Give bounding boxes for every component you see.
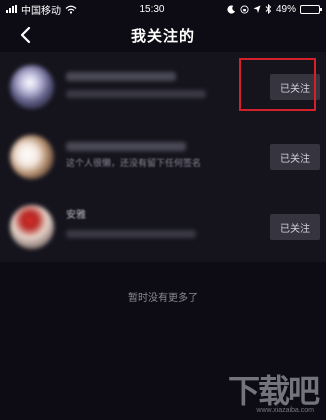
carrier-name: 中国移动: [21, 5, 61, 17]
battery-percent: 49%: [275, 3, 296, 15]
list-item[interactable]: 安雅 已关注: [0, 192, 326, 262]
status-bar-left: 中国移动: [6, 2, 77, 17]
user-signature: 这个人很懒，还没有留下任何签名: [66, 158, 202, 168]
battery-icon: [299, 4, 322, 14]
username: 安雅: [66, 210, 86, 221]
signature-redacted: [66, 90, 206, 98]
highlight-annotation: [239, 58, 316, 111]
chevron-left-icon: [20, 26, 31, 44]
following-button[interactable]: 已关注: [270, 214, 320, 240]
avatar[interactable]: [10, 205, 54, 249]
username-redacted: [66, 72, 176, 81]
watermark-main: 下载吧: [227, 373, 320, 409]
nav-bar: 我关注的: [0, 18, 326, 52]
orientation-lock-icon: [240, 4, 249, 14]
username-redacted: [66, 142, 186, 151]
moon-icon: [227, 4, 236, 14]
page-title: 我关注的: [130, 27, 195, 45]
list-item[interactable]: 这个人很懒，还没有留下任何签名 已关注: [0, 122, 326, 192]
status-time: 15:30: [139, 3, 165, 15]
no-more-text: 暂时没有更多了: [128, 293, 198, 304]
following-button[interactable]: 已关注: [270, 144, 320, 170]
watermark-logo: 下载吧 www.xiazaiba.com: [220, 366, 320, 414]
avatar[interactable]: [10, 135, 54, 179]
back-button[interactable]: [14, 24, 36, 46]
watermark-url: www.xiazaiba.com: [256, 407, 314, 414]
location-icon: [253, 5, 261, 13]
signal-icon: [6, 5, 17, 13]
status-bar-right: 49%: [227, 3, 322, 15]
signature-redacted: [66, 230, 196, 238]
avatar[interactable]: [10, 65, 54, 109]
status-bar: 中国移动 15:30 49%: [0, 0, 326, 18]
bluetooth-icon: [265, 4, 272, 14]
wifi-icon: [65, 5, 77, 14]
